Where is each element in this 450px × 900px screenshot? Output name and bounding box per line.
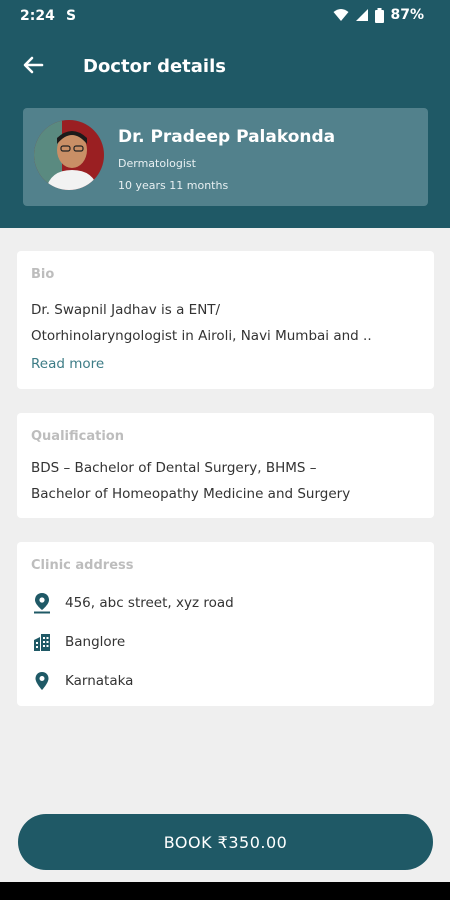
doctor-experience: 10 years 11 months [118,179,229,192]
status-time: 2:24 [20,8,55,24]
status-right: 87% [333,7,424,23]
qualification-label: Qualification [31,429,124,444]
qualification-line-2: Bachelor of Homeopathy Medicine and Surg… [31,486,351,502]
bio-card: Bio Dr. Swapnil Jadhav is a ENT/ Otorhin… [17,251,434,389]
clinic-address-label: Clinic address [31,558,134,573]
address-city-text: Banglore [65,634,126,650]
location-pin-icon [31,592,53,614]
system-navigation-bar [0,882,450,900]
bio-line-1: Dr. Swapnil Jadhav is a ENT/ [31,302,221,318]
address-state-text: Karnataka [65,673,134,689]
address-street-row: 456, abc street, xyz road [31,592,234,614]
book-button[interactable]: BOOK ₹350.00 [18,814,433,870]
map-marker-icon [31,670,53,692]
bio-label: Bio [31,267,55,282]
city-icon [31,631,53,653]
address-street-text: 456, abc street, xyz road [65,595,234,611]
back-button[interactable] [18,50,48,80]
page-title: Doctor details [83,56,226,77]
doctor-name: Dr. Pradeep Palakonda [118,127,336,147]
back-arrow-icon [23,56,44,74]
doctor-profile-card: Dr. Pradeep Palakonda Dermatologist 10 y… [23,108,428,206]
qualification-card: Qualification BDS – Bachelor of Dental S… [17,413,434,518]
address-state-row: Karnataka [31,670,133,692]
read-more-link[interactable]: Read more [31,356,104,372]
doctor-specialty: Dermatologist [118,157,196,170]
bio-line-2: Otorhinolaryngologist in Airoli, Navi Mu… [31,328,372,344]
qualification-line-1: BDS – Bachelor of Dental Surgery, BHMS – [31,460,317,476]
battery-icon [375,7,385,23]
doctor-avatar [34,120,104,190]
status-bar: 2:24 S 87% [0,0,450,34]
battery-percentage: 87% [390,7,424,23]
address-city-row: Banglore [31,631,125,653]
app-bar: Doctor details Dr. Pradeep Palakonda Der… [0,34,450,228]
clinic-address-card: Clinic address 456, abc street, xyz road… [17,542,434,706]
notification-icon: S [66,8,77,24]
wifi-icon [333,9,349,21]
signal-icon [356,9,369,21]
